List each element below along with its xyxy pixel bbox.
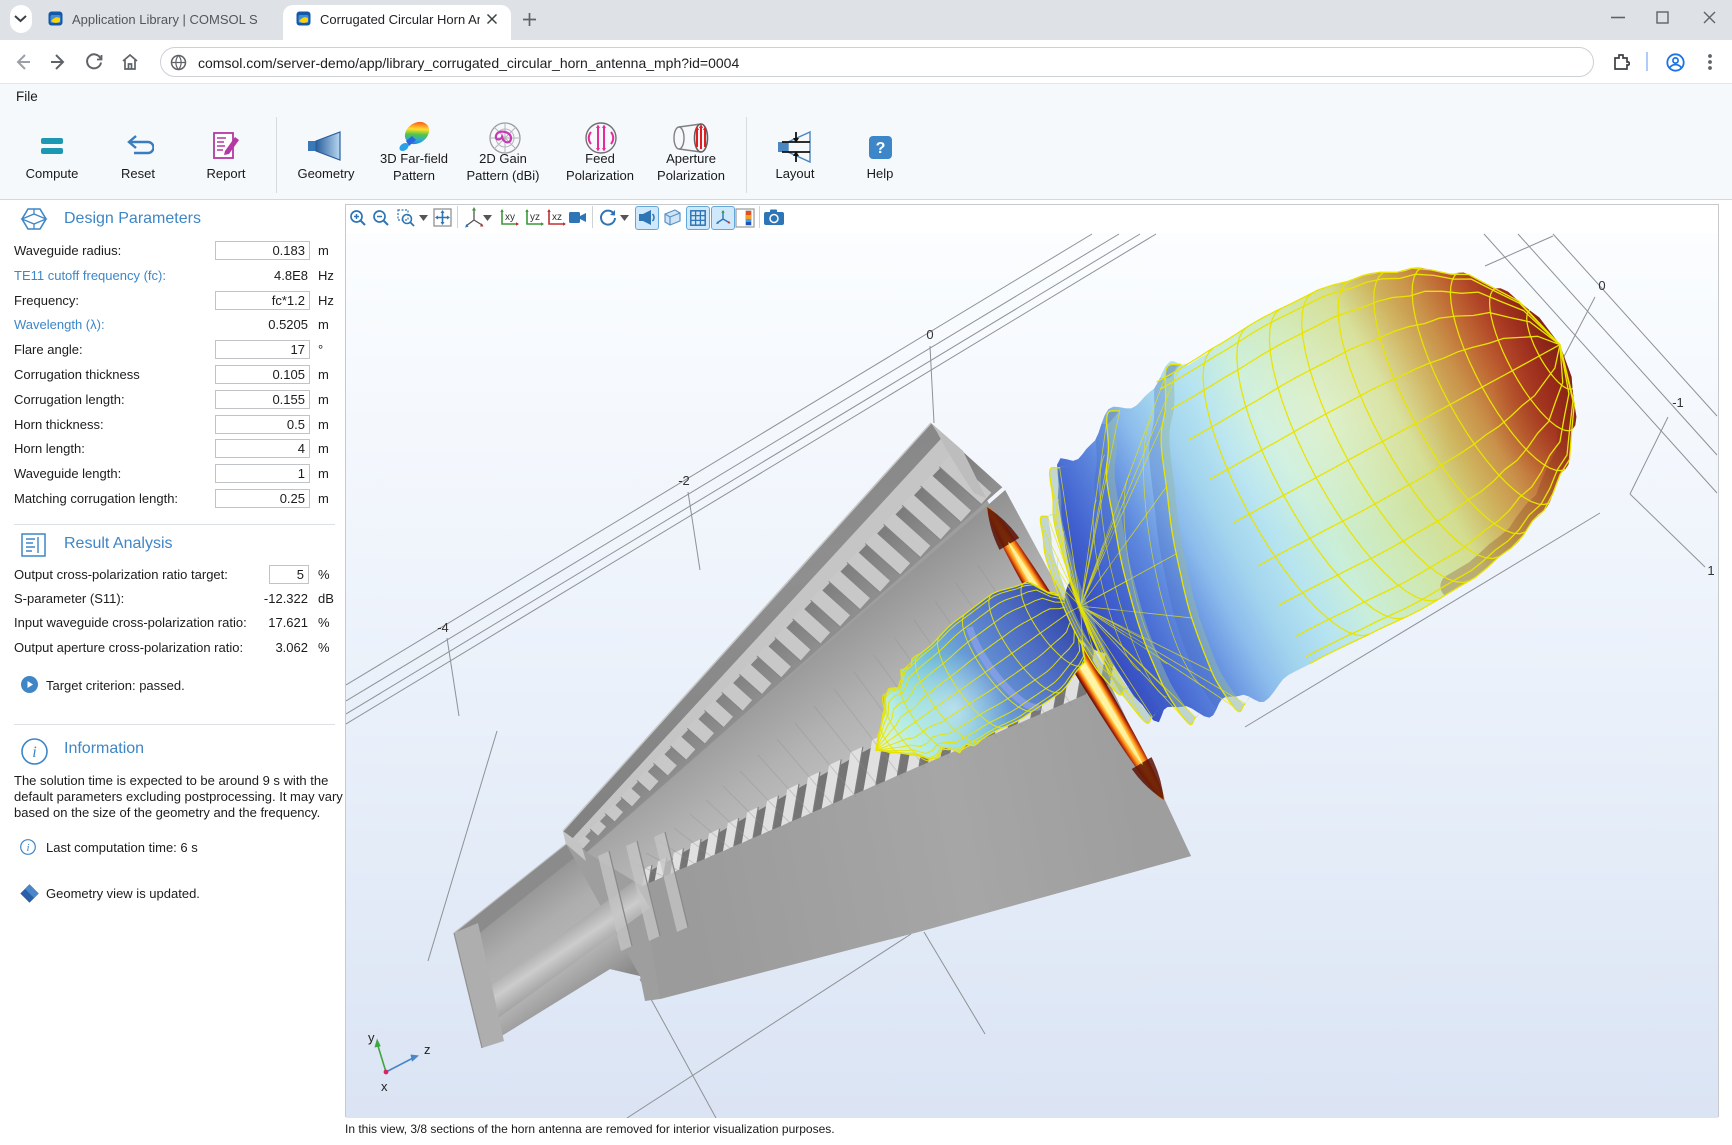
svg-text:1: 1 xyxy=(1707,563,1714,578)
svg-text:0: 0 xyxy=(926,327,933,342)
svg-text:x: x xyxy=(381,1079,388,1094)
svg-text:0: 0 xyxy=(1598,278,1605,293)
svg-text:yz: yz xyxy=(530,212,540,223)
svg-text:i: i xyxy=(26,842,29,854)
svg-text:xy: xy xyxy=(505,212,515,223)
svg-text:?: ? xyxy=(876,140,886,157)
svg-text:-4: -4 xyxy=(437,620,449,635)
svg-text:-1: -1 xyxy=(1672,395,1684,410)
svg-text:xz: xz xyxy=(552,212,562,223)
svg-text:i: i xyxy=(32,744,36,761)
svg-text:z: z xyxy=(424,1042,431,1057)
svg-text:y: y xyxy=(368,1030,375,1045)
svg-text:-2: -2 xyxy=(678,473,690,488)
